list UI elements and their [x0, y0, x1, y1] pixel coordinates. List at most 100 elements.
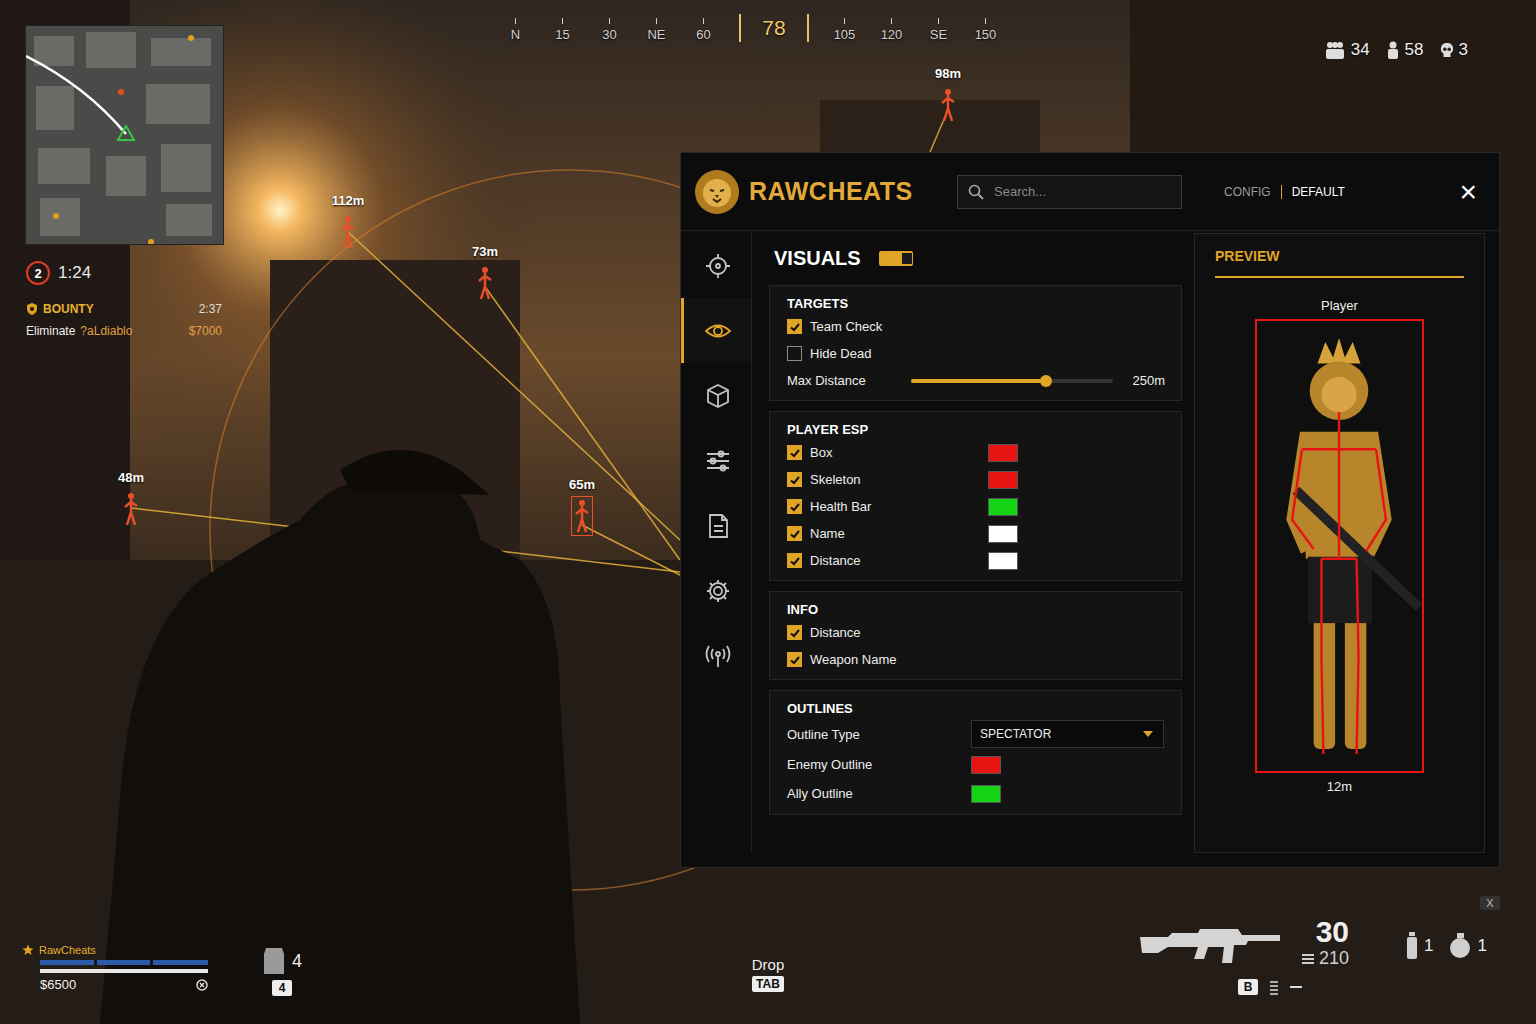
slider-row: Max Distance250m [787, 367, 1165, 394]
swatch-row: Enemy Outline [787, 750, 1165, 779]
compass-mark: 30 [586, 18, 633, 42]
enemy-figure-icon [574, 499, 590, 533]
close-key[interactable]: X [1480, 896, 1500, 910]
enemy-figure [571, 496, 593, 536]
player-position-icon [118, 126, 134, 140]
settings-group: OUTLINESOutline TypeSPECTATOREnemy Outli… [769, 690, 1182, 815]
equipment-slot: 1 [1406, 932, 1433, 960]
checkbox[interactable] [787, 553, 802, 568]
enemy-figure [337, 212, 359, 252]
crosshair-icon [705, 253, 731, 279]
checkbox[interactable] [787, 346, 802, 361]
caret-icon [1143, 731, 1153, 737]
armor-plates: 44 [262, 946, 302, 996]
enemy-figure-icon [477, 266, 493, 300]
color-swatch[interactable] [988, 471, 1018, 489]
checkbox-row: Weapon Name [787, 646, 1165, 673]
count-item: 34 [1324, 40, 1370, 60]
drop-key[interactable]: TAB [752, 976, 784, 992]
esp-box [1255, 319, 1424, 773]
cheat-menu-window: RAWCHEATSSearch...CONFIGDEFAULT×VISUALST… [680, 152, 1500, 868]
armor-plate-icon [262, 946, 286, 976]
equipment: 11 [1406, 932, 1487, 960]
enemy-figure [120, 489, 142, 529]
sidebar-item[interactable] [681, 493, 751, 558]
compass-mark: 60 [680, 18, 727, 42]
soldier-cap [340, 450, 490, 495]
match-counts: 34 58 3 [1324, 40, 1468, 60]
enemy-marker: 48m [118, 470, 144, 529]
rifle-icon [1138, 923, 1283, 968]
color-swatch[interactable] [988, 444, 1018, 462]
lion-logo-icon [693, 168, 741, 216]
minimap-map [26, 26, 223, 244]
zone-timer: 21:24 [26, 261, 91, 285]
settings-group: TARGETSTeam CheckHide DeadMax Distance25… [769, 285, 1182, 401]
enemy-figure-icon [340, 215, 356, 249]
enemy-figure-icon [123, 492, 139, 526]
eye-icon [705, 318, 731, 344]
sidebar-item[interactable] [681, 623, 751, 688]
bounty-contract: BOUNTY2:37Eliminate?aLdiablo$7000 [26, 302, 222, 338]
checkbox[interactable] [787, 499, 802, 514]
count-item: 3 [1440, 40, 1468, 60]
select-row: Outline TypeSPECTATOR [787, 718, 1165, 750]
color-swatch[interactable] [971, 785, 1001, 803]
plate-key[interactable]: 4 [272, 980, 292, 996]
sidebar-item[interactable] [681, 298, 751, 363]
zone-number: 2 [26, 261, 50, 285]
players-icon [1386, 41, 1400, 59]
color-row: Skeleton [787, 466, 1165, 493]
antenna-icon [705, 643, 731, 669]
color-swatch[interactable] [971, 756, 1001, 774]
enemy-figure [474, 263, 496, 303]
sidebar-item[interactable] [681, 428, 751, 493]
checkbox[interactable] [787, 526, 802, 541]
settings-group: INFODistanceWeapon Name [769, 591, 1182, 680]
compass-mark: NE [633, 18, 680, 42]
color-swatch[interactable] [988, 498, 1018, 516]
checkbox-row: Distance [787, 619, 1165, 646]
fire-mode-key[interactable]: B [1238, 979, 1258, 995]
config-selector[interactable]: CONFIGDEFAULT [1224, 185, 1345, 199]
checkbox[interactable] [787, 625, 802, 640]
sidebar-item[interactable] [681, 233, 751, 298]
sun-glow [0, 0, 1536, 1024]
search-field[interactable]: Search... [957, 175, 1182, 209]
brand: RAWCHEATS [693, 168, 957, 216]
visuals-toggle[interactable] [879, 251, 913, 266]
checkbox[interactable] [787, 652, 802, 667]
fire-mode-icon [1268, 979, 1280, 995]
checkbox[interactable] [787, 445, 802, 460]
compass-mark: N [492, 18, 539, 42]
esp-preview: PREVIEWPlayer12m [1194, 233, 1485, 853]
compass-mark: 120 [868, 18, 915, 42]
drop-prompt: DropTAB [740, 956, 796, 992]
sky-backdrop [0, 0, 1536, 1024]
compass-mark: 105 [821, 18, 868, 42]
enemy-marker: 98m [935, 66, 961, 125]
checkbox[interactable] [787, 472, 802, 487]
color-row: Distance [787, 547, 1165, 574]
skull-icon [1440, 41, 1454, 59]
distance-slider[interactable] [911, 379, 1113, 383]
menu-sidebar [681, 231, 752, 853]
dash-icon [1290, 985, 1302, 989]
sidebar-item[interactable] [681, 363, 751, 428]
checkbox[interactable] [787, 319, 802, 334]
checkmark-icon [789, 474, 801, 486]
color-swatch[interactable] [988, 525, 1018, 543]
outline-type-dropdown[interactable]: SPECTATOR [971, 720, 1164, 748]
color-swatch[interactable] [988, 552, 1018, 570]
sidebar-item[interactable] [681, 558, 751, 623]
swatch-row: Ally Outline [787, 779, 1165, 808]
checkmark-icon [789, 447, 801, 459]
checkmark-icon [789, 501, 801, 513]
count-item: 58 [1386, 40, 1424, 60]
minimap[interactable] [25, 25, 224, 245]
close-button[interactable]: × [1459, 177, 1477, 207]
color-row: Name [787, 520, 1165, 547]
checkmark-icon [789, 627, 801, 639]
reserve-ammo-icon [1301, 953, 1315, 965]
color-row: Health Bar [787, 493, 1165, 520]
